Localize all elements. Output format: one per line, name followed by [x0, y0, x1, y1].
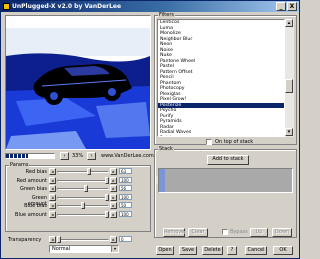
open-button[interactable]: Open	[156, 246, 174, 255]
close-button[interactable]: X	[287, 2, 297, 11]
delete-button[interactable]: Delete	[202, 246, 223, 255]
help-button[interactable]: ?	[227, 246, 237, 255]
param-thumb[interactable]	[81, 202, 85, 209]
transparency-track[interactable]	[57, 239, 109, 241]
param-decrease-button[interactable]: ◂	[49, 176, 56, 184]
param-value[interactable]: 63	[119, 168, 132, 174]
add-to-stack-button[interactable]: Add to stack	[207, 155, 249, 165]
param-track[interactable]	[57, 179, 109, 182]
window-title: UnPlugged-X v2.0 by VanDerLee	[12, 3, 122, 10]
param-decrease-button[interactable]: ◂	[49, 168, 56, 175]
plugin-window: UnPlugged-X v2.0 by VanDerLee _ X ‹ 33% …	[0, 0, 300, 259]
stack-side-label: stack	[154, 176, 159, 184]
render-progress-fill	[6, 154, 28, 158]
param-track[interactable]	[57, 213, 109, 216]
scroll-thumb[interactable]	[285, 79, 293, 93]
minimize-button[interactable]: _	[276, 2, 286, 11]
param-value[interactable]: 100	[119, 210, 132, 217]
param-increase-button[interactable]: ▸	[110, 185, 117, 192]
vanderlee-link[interactable]: www.VanDerLee.com	[101, 153, 154, 159]
bypass-checkbox[interactable]	[222, 229, 228, 235]
filters-group-label: Filters	[158, 12, 175, 18]
stack-group-label: Stack	[158, 146, 174, 152]
stack-side-tab: stack	[155, 169, 165, 192]
chevron-down-icon[interactable]: ▾	[111, 246, 118, 252]
param-decrease-button[interactable]: ◂	[49, 210, 56, 218]
param-label: Blue bias	[24, 203, 47, 209]
zoom-level: 33%	[72, 153, 84, 159]
param-increase-button[interactable]: ▸	[110, 193, 117, 201]
on-top-checkbox[interactable]	[206, 139, 212, 145]
title-bar[interactable]: UnPlugged-X v2.0 by VanDerLee _ X	[1, 1, 299, 12]
param-thumb[interactable]	[105, 193, 109, 201]
save-button[interactable]: Save	[179, 246, 197, 255]
app-icon	[3, 3, 10, 10]
scroll-down-icon[interactable]: ▾	[285, 128, 293, 136]
bypass-label: Bypass	[230, 229, 248, 235]
scroll-up-icon[interactable]: ▴	[285, 19, 293, 27]
zoom-out-button[interactable]: ‹	[60, 152, 69, 160]
param-decrease-button[interactable]: ◂	[49, 193, 56, 201]
on-top-label: On top of stack	[215, 139, 254, 145]
param-decrease-button[interactable]: ◂	[49, 185, 56, 192]
param-value[interactable]: 100	[119, 176, 132, 183]
filter-list-item[interactable]: Rainbow	[158, 136, 284, 137]
param-thumb[interactable]	[105, 210, 109, 218]
filter-list-scrollbar[interactable]: ▴ ▾	[285, 19, 294, 137]
param-thumb[interactable]	[83, 185, 88, 192]
transparency-increase[interactable]: ▸	[110, 236, 117, 243]
param-value[interactable]: 100	[119, 193, 132, 200]
clear-button[interactable]: Clear	[188, 228, 208, 237]
param-thumb[interactable]	[86, 168, 91, 175]
params-group-label: Params	[9, 162, 30, 168]
down-button[interactable]: Down	[272, 228, 292, 237]
blend-mode-select[interactable]: Normal ▾	[49, 245, 119, 253]
preview-image[interactable]	[5, 15, 151, 150]
transparency-thumb[interactable]	[57, 236, 61, 243]
filter-list[interactable]: Lenticos Luma Monolize Neighbor Blur Neon Noi…	[157, 19, 285, 137]
param-increase-button[interactable]: ▸	[110, 202, 117, 209]
param-track[interactable]	[57, 171, 109, 173]
param-label: Red amount	[16, 177, 47, 184]
param-value[interactable]: 50	[119, 202, 132, 208]
param-increase-button[interactable]: ▸	[110, 168, 117, 175]
param-label: Green bias	[20, 186, 47, 192]
filter-rows: Lenticos Luma Monolize Neighbor Blur Neon Noi…	[158, 20, 284, 137]
zoom-in-button[interactable]: ›	[87, 152, 96, 160]
param-decrease-button[interactable]: ◂	[49, 202, 56, 209]
ok-button[interactable]: OK	[273, 246, 293, 255]
transparency-label: Transparency	[8, 237, 42, 243]
param-label: Blue amount	[15, 211, 47, 218]
blend-mode-value: Normal	[52, 246, 71, 252]
param-track[interactable]	[57, 196, 109, 199]
param-increase-button[interactable]: ▸	[110, 176, 117, 184]
cancel-button[interactable]: Cancel	[245, 246, 267, 255]
param-label: Red bias	[25, 169, 47, 175]
param-thumb[interactable]	[105, 176, 109, 184]
transparency-decrease[interactable]: ◂	[49, 236, 56, 243]
param-increase-button[interactable]: ▸	[110, 210, 117, 218]
up-button[interactable]: Up	[250, 228, 268, 237]
transparency-value[interactable]: 0	[119, 236, 132, 242]
car-preview-graphic	[6, 16, 150, 149]
stack-list[interactable]: stack	[155, 168, 293, 193]
param-value[interactable]: 56	[119, 185, 132, 191]
remove-button[interactable]: Remove	[163, 228, 185, 237]
render-progress-bar	[5, 153, 55, 159]
